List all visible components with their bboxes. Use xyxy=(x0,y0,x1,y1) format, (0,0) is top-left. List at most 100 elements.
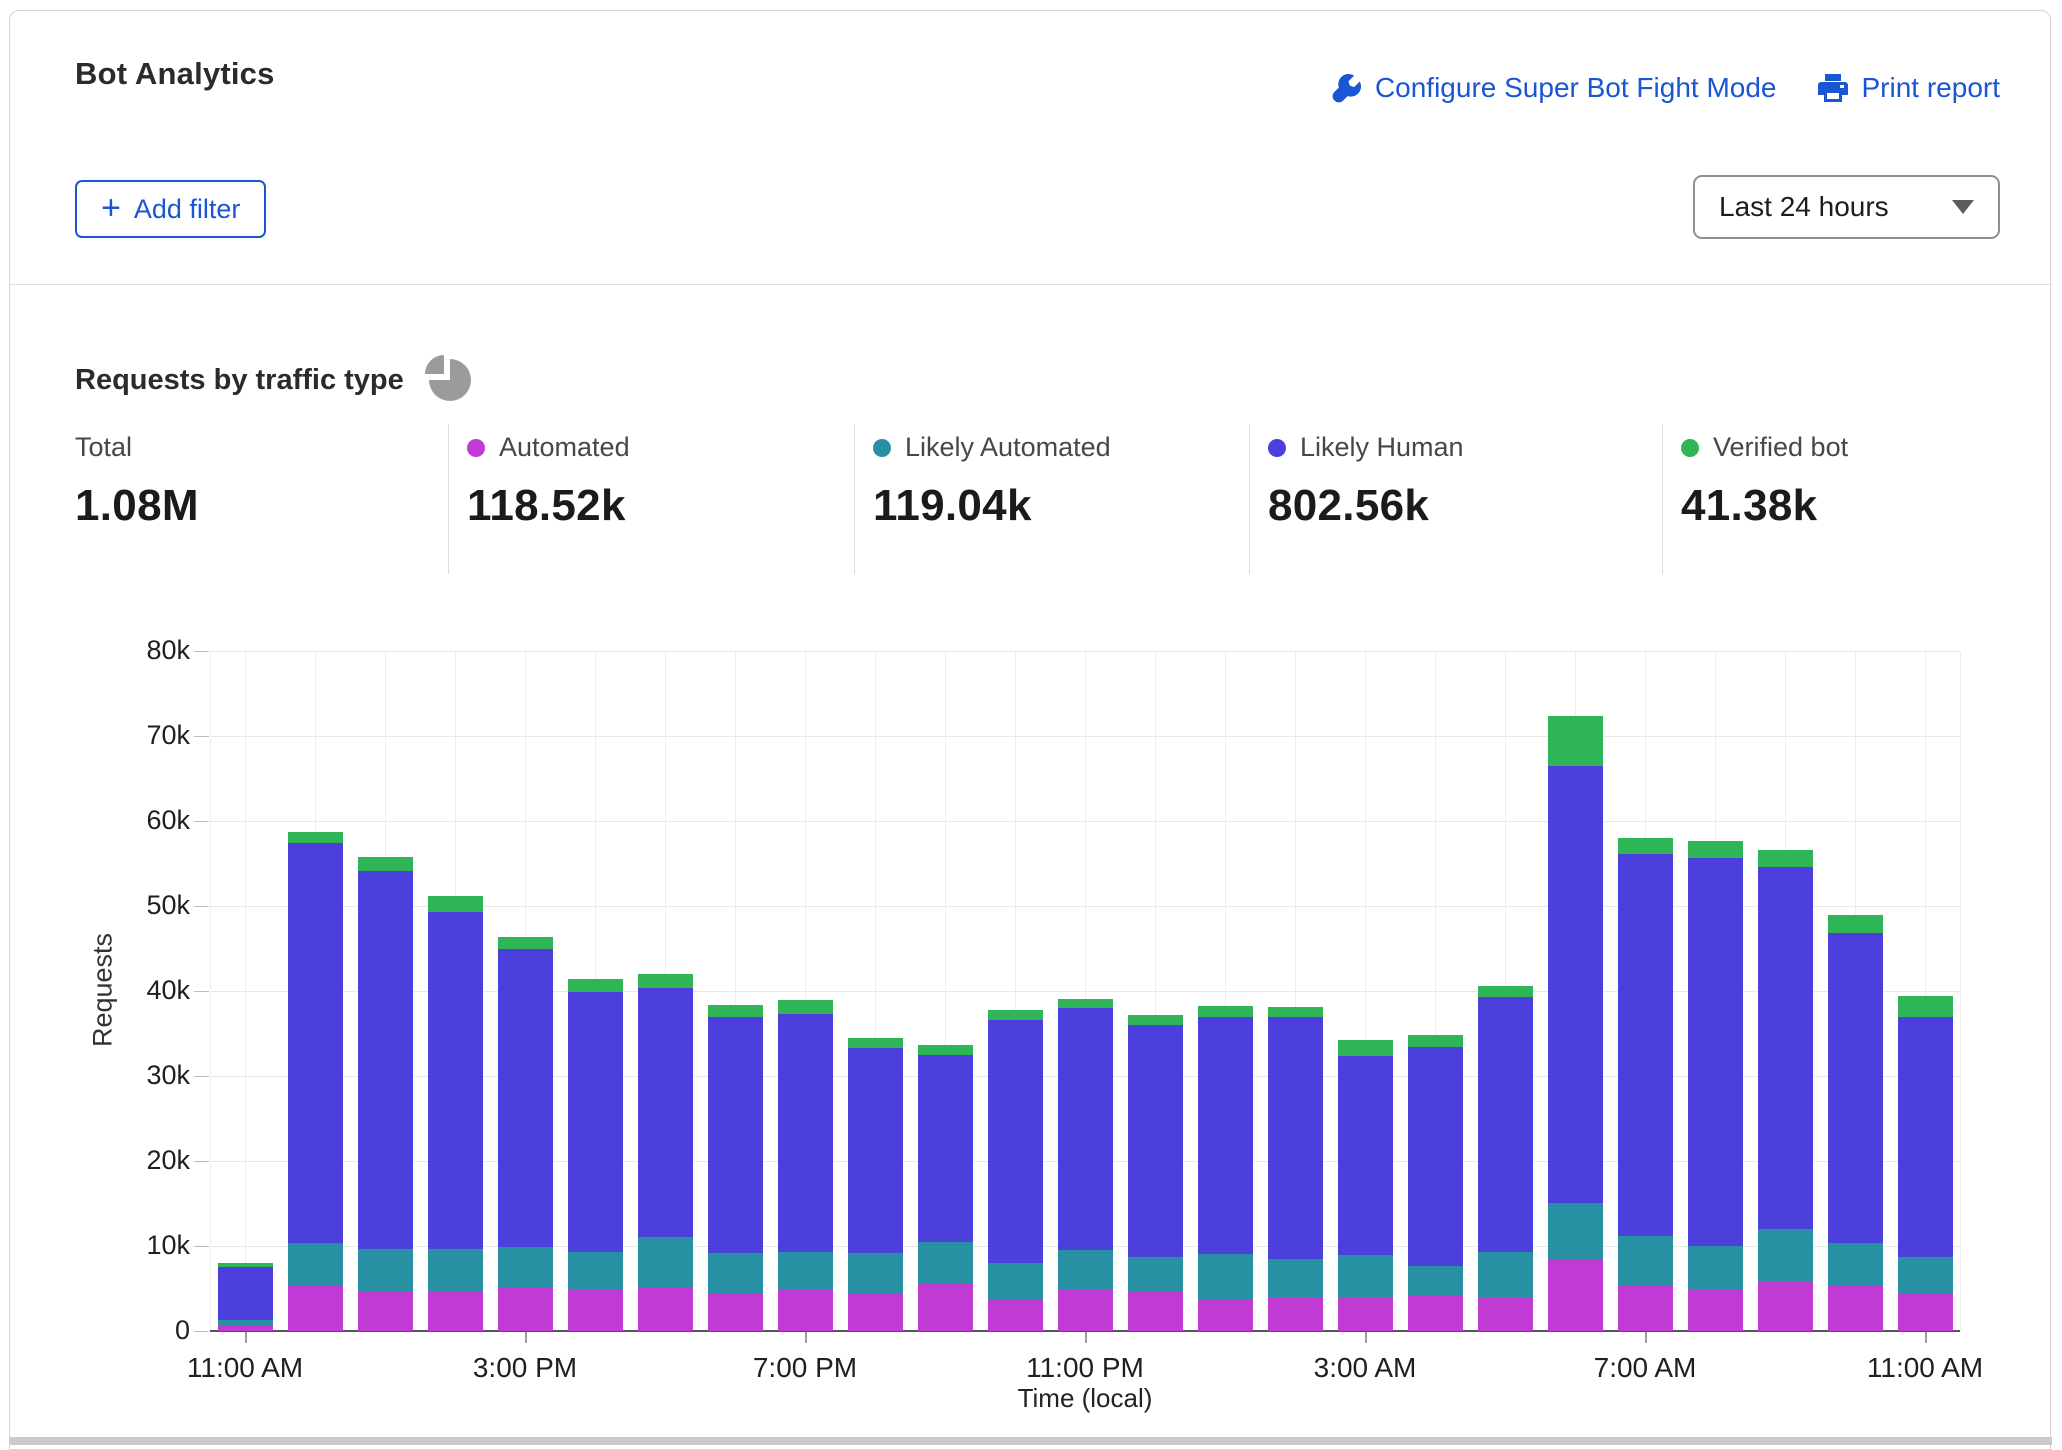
chart-bar[interactable] xyxy=(358,857,413,1331)
bar-segment-automated[interactable] xyxy=(288,1286,343,1331)
bar-segment-likely-automated[interactable] xyxy=(288,1243,343,1286)
bar-segment-verified-bot[interactable] xyxy=(568,979,623,992)
chart-bar[interactable] xyxy=(1478,986,1533,1331)
bar-segment-likely-human[interactable] xyxy=(288,843,343,1243)
bar-segment-likely-human[interactable] xyxy=(1128,1025,1183,1257)
chart-bar[interactable] xyxy=(1198,1006,1253,1331)
bar-segment-likely-automated[interactable] xyxy=(638,1237,693,1287)
bar-segment-likely-automated[interactable] xyxy=(708,1253,763,1294)
bar-segment-likely-human[interactable] xyxy=(1478,997,1533,1252)
bar-segment-verified-bot[interactable] xyxy=(358,857,413,871)
chart-bar[interactable] xyxy=(1058,999,1113,1331)
bar-segment-likely-human[interactable] xyxy=(848,1048,903,1253)
bar-segment-verified-bot[interactable] xyxy=(638,974,693,988)
bar-segment-likely-automated[interactable] xyxy=(1898,1257,1953,1293)
bar-segment-likely-human[interactable] xyxy=(1408,1047,1463,1265)
bar-segment-verified-bot[interactable] xyxy=(1898,996,1953,1017)
bar-segment-verified-bot[interactable] xyxy=(778,1000,833,1014)
bar-segment-likely-automated[interactable] xyxy=(1198,1254,1253,1299)
bar-segment-verified-bot[interactable] xyxy=(1618,838,1673,854)
bar-segment-likely-human[interactable] xyxy=(638,988,693,1237)
bar-segment-verified-bot[interactable] xyxy=(848,1038,903,1048)
bar-segment-verified-bot[interactable] xyxy=(918,1045,973,1054)
chart-bar[interactable] xyxy=(218,1263,273,1331)
chart-bar[interactable] xyxy=(1688,841,1743,1331)
chart-bar[interactable] xyxy=(848,1038,903,1331)
chart-bar[interactable] xyxy=(1268,1007,1323,1331)
bar-segment-likely-human[interactable] xyxy=(358,871,413,1248)
bar-segment-likely-automated[interactable] xyxy=(1548,1203,1603,1260)
bar-segment-likely-human[interactable] xyxy=(1898,1017,1953,1257)
bar-segment-automated[interactable] xyxy=(1618,1286,1673,1331)
bar-segment-automated[interactable] xyxy=(1408,1296,1463,1331)
bar-segment-likely-human[interactable] xyxy=(1268,1017,1323,1258)
bar-segment-verified-bot[interactable] xyxy=(1058,999,1113,1008)
chart-bar[interactable] xyxy=(638,974,693,1331)
chart-bar[interactable] xyxy=(1828,915,1883,1331)
bar-segment-likely-human[interactable] xyxy=(1548,766,1603,1203)
bar-segment-likely-human[interactable] xyxy=(1058,1008,1113,1250)
bar-segment-likely-human[interactable] xyxy=(778,1014,833,1252)
bar-segment-verified-bot[interactable] xyxy=(1128,1015,1183,1025)
bar-segment-verified-bot[interactable] xyxy=(1758,850,1813,867)
bar-segment-verified-bot[interactable] xyxy=(288,832,343,843)
bar-segment-verified-bot[interactable] xyxy=(1408,1035,1463,1047)
chart-bar[interactable] xyxy=(498,937,553,1331)
bar-segment-likely-automated[interactable] xyxy=(1128,1257,1183,1292)
bar-segment-automated[interactable] xyxy=(918,1284,973,1331)
bar-segment-verified-bot[interactable] xyxy=(1828,915,1883,933)
bar-segment-likely-human[interactable] xyxy=(1338,1056,1393,1256)
bar-segment-automated[interactable] xyxy=(1198,1299,1253,1331)
bar-segment-automated[interactable] xyxy=(428,1291,483,1331)
bar-segment-verified-bot[interactable] xyxy=(1478,986,1533,997)
chart-bar[interactable] xyxy=(1618,838,1673,1331)
chart-bar[interactable] xyxy=(988,1010,1043,1331)
bar-segment-automated[interactable] xyxy=(1898,1293,1953,1331)
bar-segment-verified-bot[interactable] xyxy=(708,1005,763,1018)
chart-bar[interactable] xyxy=(1898,996,1953,1331)
bar-segment-automated[interactable] xyxy=(1688,1290,1743,1331)
chart-bar[interactable] xyxy=(778,1000,833,1331)
bar-segment-likely-human[interactable] xyxy=(1618,854,1673,1236)
bar-segment-likely-automated[interactable] xyxy=(918,1242,973,1285)
bar-segment-verified-bot[interactable] xyxy=(1688,841,1743,858)
bar-segment-likely-automated[interactable] xyxy=(1268,1259,1323,1297)
chart-bar[interactable] xyxy=(568,979,623,1331)
bar-segment-likely-automated[interactable] xyxy=(1828,1243,1883,1285)
bar-segment-likely-automated[interactable] xyxy=(358,1249,413,1292)
chart-bar[interactable] xyxy=(918,1045,973,1331)
bar-segment-automated[interactable] xyxy=(1548,1260,1603,1331)
bar-segment-automated[interactable] xyxy=(1338,1297,1393,1331)
bar-segment-verified-bot[interactable] xyxy=(428,896,483,912)
bar-segment-automated[interactable] xyxy=(358,1291,413,1331)
bar-segment-likely-automated[interactable] xyxy=(568,1252,623,1290)
bar-segment-likely-human[interactable] xyxy=(218,1267,273,1320)
bar-segment-verified-bot[interactable] xyxy=(1268,1007,1323,1017)
bar-segment-automated[interactable] xyxy=(638,1288,693,1331)
bar-segment-automated[interactable] xyxy=(1828,1285,1883,1331)
bar-segment-automated[interactable] xyxy=(778,1289,833,1331)
bar-segment-automated[interactable] xyxy=(498,1288,553,1331)
bar-segment-likely-automated[interactable] xyxy=(778,1252,833,1289)
bar-segment-likely-automated[interactable] xyxy=(1408,1266,1463,1297)
chart-bar[interactable] xyxy=(1548,716,1603,1331)
bar-segment-likely-automated[interactable] xyxy=(428,1249,483,1291)
bar-segment-likely-human[interactable] xyxy=(1198,1017,1253,1253)
bar-segment-verified-bot[interactable] xyxy=(498,937,553,950)
bar-segment-likely-human[interactable] xyxy=(498,949,553,1247)
bar-segment-automated[interactable] xyxy=(568,1290,623,1331)
bar-segment-likely-human[interactable] xyxy=(1688,858,1743,1246)
bar-segment-likely-automated[interactable] xyxy=(848,1253,903,1294)
chart-bar[interactable] xyxy=(428,896,483,1331)
bar-segment-automated[interactable] xyxy=(1128,1292,1183,1331)
bar-segment-verified-bot[interactable] xyxy=(1548,716,1603,766)
bar-segment-likely-automated[interactable] xyxy=(1618,1236,1673,1286)
bar-segment-likely-automated[interactable] xyxy=(1058,1250,1113,1289)
bar-segment-automated[interactable] xyxy=(848,1294,903,1331)
bar-segment-likely-human[interactable] xyxy=(988,1020,1043,1263)
bar-segment-likely-automated[interactable] xyxy=(1688,1246,1743,1290)
bar-segment-likely-human[interactable] xyxy=(1828,933,1883,1243)
chart-bar[interactable] xyxy=(288,832,343,1331)
bar-segment-likely-human[interactable] xyxy=(918,1055,973,1242)
bar-segment-likely-automated[interactable] xyxy=(498,1247,553,1289)
